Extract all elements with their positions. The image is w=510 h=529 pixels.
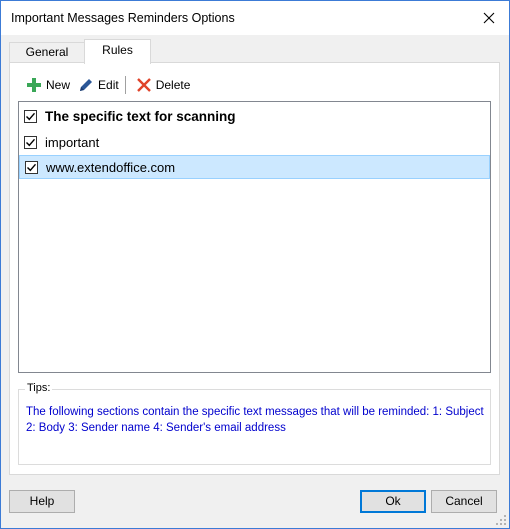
rule-text: The specific text for scanning bbox=[45, 108, 236, 124]
delete-button-label: Delete bbox=[155, 78, 191, 92]
resize-grip-icon[interactable] bbox=[495, 514, 507, 526]
new-button[interactable]: New bbox=[22, 75, 74, 95]
new-button-label: New bbox=[46, 78, 71, 92]
toolbar-separator bbox=[124, 76, 126, 94]
list-item[interactable]: The specific text for scanning bbox=[19, 104, 490, 128]
title-bar: Important Messages Reminders Options bbox=[1, 1, 509, 35]
tips-label: Tips: bbox=[25, 382, 53, 394]
help-button[interactable]: Help bbox=[9, 490, 75, 513]
tab-rules[interactable]: Rules bbox=[84, 39, 151, 64]
rules-tab-panel: New Edit Delete The specific text for sc… bbox=[9, 62, 500, 475]
cancel-button[interactable]: Cancel bbox=[431, 490, 497, 513]
close-button[interactable] bbox=[479, 8, 499, 28]
edit-button[interactable]: Edit bbox=[74, 75, 123, 95]
tips-text: The following sections contain the speci… bbox=[26, 406, 484, 434]
delete-button[interactable]: Delete bbox=[132, 75, 195, 95]
rule-checkbox[interactable] bbox=[24, 135, 37, 149]
check-icon bbox=[26, 138, 36, 146]
window-title: Important Messages Reminders Options bbox=[11, 11, 235, 25]
rule-checkbox[interactable] bbox=[24, 109, 37, 123]
rules-list[interactable]: The specific text for scanning important… bbox=[18, 101, 491, 373]
close-icon bbox=[483, 12, 495, 24]
rule-text: www.extendoffice.com bbox=[46, 159, 176, 175]
plus-icon bbox=[27, 78, 41, 92]
check-icon bbox=[26, 112, 36, 120]
rules-toolbar: New Edit Delete bbox=[22, 75, 194, 95]
list-item[interactable]: important bbox=[19, 130, 490, 154]
tab-general[interactable]: General bbox=[9, 42, 85, 63]
ok-button[interactable]: Ok bbox=[360, 490, 426, 513]
edit-button-label: Edit bbox=[98, 78, 119, 92]
rule-text: important bbox=[45, 134, 100, 150]
pencil-icon bbox=[80, 79, 93, 91]
rule-checkbox[interactable] bbox=[25, 160, 38, 174]
delete-x-icon bbox=[136, 78, 151, 92]
list-item-selected[interactable]: www.extendoffice.com bbox=[19, 155, 490, 179]
options-dialog: Important Messages Reminders Options Gen… bbox=[0, 0, 510, 529]
tips-groupbox: Tips: The following sections contain the… bbox=[18, 382, 491, 465]
check-icon bbox=[27, 163, 37, 171]
